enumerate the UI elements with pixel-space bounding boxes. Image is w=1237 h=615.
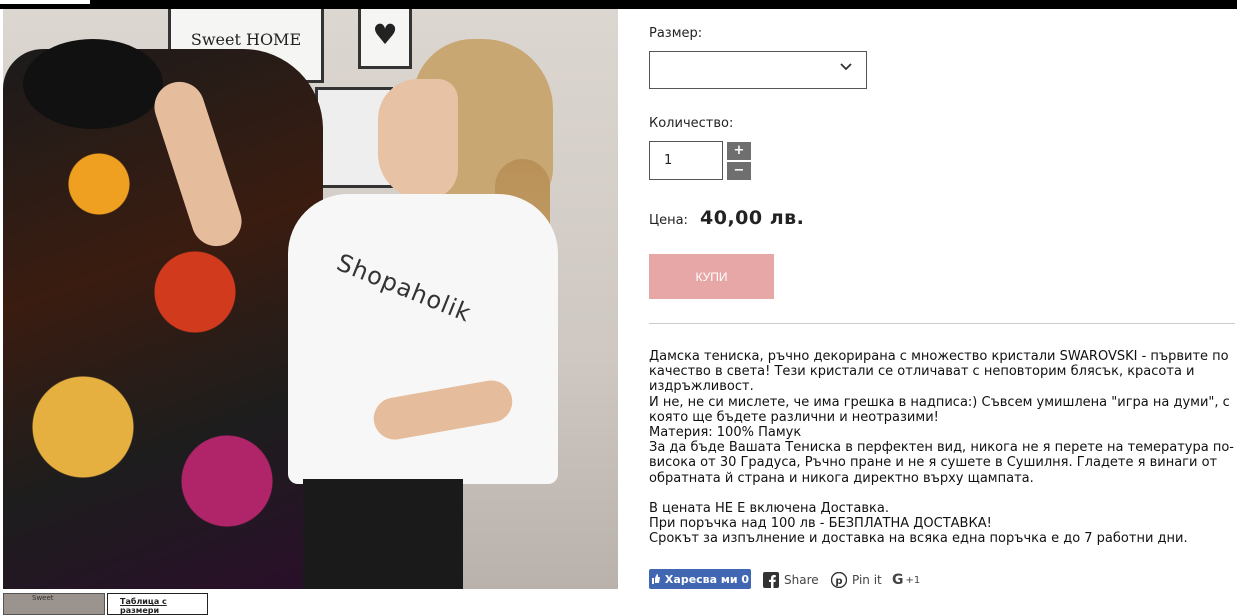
description-line: Срокът за изпълнение и доставка на всяка… [649, 531, 1188, 547]
quantity-input[interactable] [649, 141, 723, 180]
description-line: И не, не си мислете, че има грешка в над… [649, 394, 1230, 425]
facebook-share-button[interactable]: Share [763, 569, 819, 591]
product-image[interactable]: Sweet HOME ♥ Shopaholik [3, 9, 618, 589]
tshirt [288, 194, 558, 484]
buy-button[interactable]: КУПИ [649, 254, 774, 299]
description-line: При поръчка над 100 лв - БЕЗПЛАТНА ДОСТА… [649, 516, 992, 532]
thumbs-up-icon [651, 574, 660, 584]
face [378, 79, 458, 199]
pinterest-button[interactable]: p Pin it [831, 569, 882, 591]
thumbnail-photo[interactable]: Sweet [3, 593, 105, 615]
thumbnail-strip: Sweet Таблица с размери [3, 591, 208, 615]
heart-frame: ♥ [358, 9, 412, 69]
quantity-increase-button[interactable]: + [727, 142, 751, 160]
heart-icon: ♥ [372, 18, 398, 51]
google-plus-icon: G [892, 572, 904, 588]
quantity-decrease-button[interactable]: − [727, 162, 751, 180]
chevron-down-icon [840, 63, 852, 71]
size-select[interactable] [649, 51, 867, 89]
description-line: Материя: 100% Памук [649, 425, 802, 441]
description-line: В цената НЕ Е включена Доставка. [649, 500, 889, 516]
price-value: 40,00 лв. [700, 207, 805, 229]
product-description: Дамска тениска, ръчно декорирана с множе… [649, 349, 1237, 546]
facebook-like-button[interactable]: Харесва ми 0 [649, 569, 751, 589]
divider [649, 323, 1235, 324]
quantity-label: Количество: [649, 116, 734, 131]
description-line: Дамска тениска, ръчно декорирана с множе… [649, 349, 1229, 395]
pants [303, 479, 463, 589]
pinterest-icon: p [831, 572, 847, 588]
size-label: Размер: [649, 26, 703, 41]
google-plus-button[interactable]: G +1 [892, 569, 920, 591]
top-bar [0, 0, 1237, 9]
description-line: За да бъде Вашата Тениска в перфектен ви… [649, 440, 1234, 486]
price-label: Цена: [649, 213, 688, 228]
poster-text: Sweet HOME [190, 30, 302, 49]
svg-text:p: p [835, 576, 842, 587]
top-bar-tab [0, 0, 90, 4]
thumbnail-size-table[interactable]: Таблица с размери [107, 593, 208, 615]
facebook-icon [763, 572, 779, 588]
